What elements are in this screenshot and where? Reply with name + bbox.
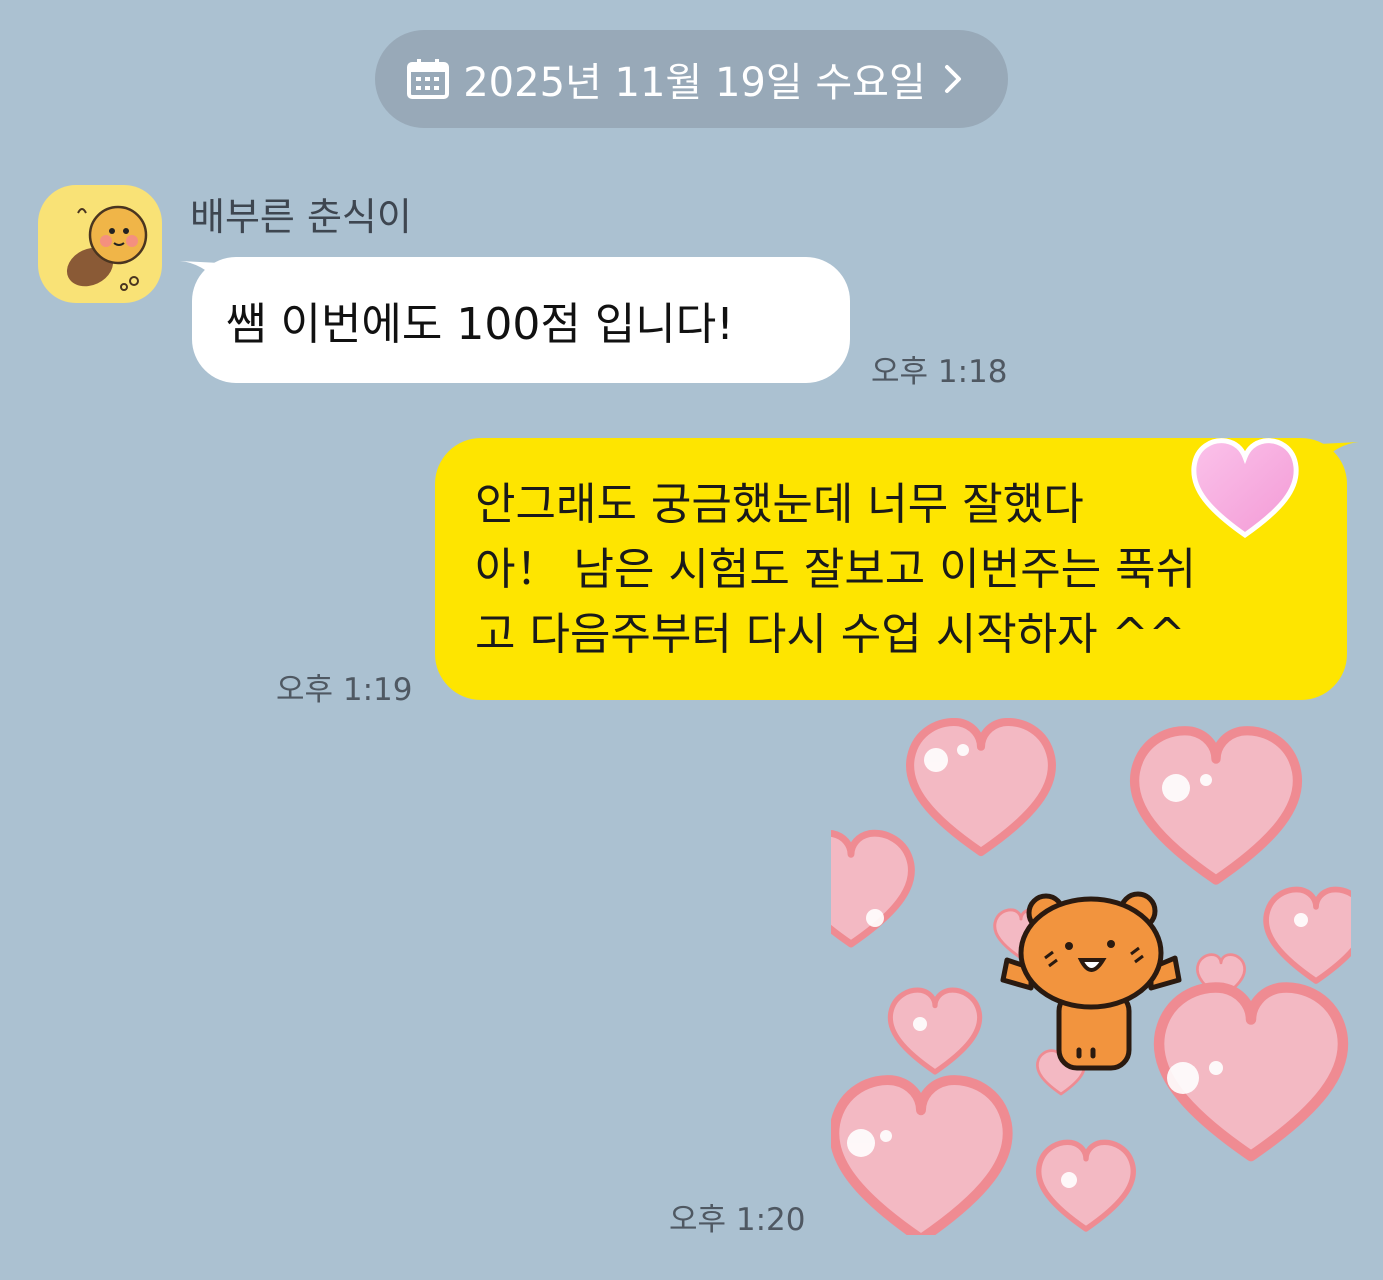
sender-avatar[interactable] [38, 185, 162, 303]
message-timestamp: 오후 1:18 [871, 354, 1008, 390]
message-timestamp: 오후 1:19 [276, 672, 413, 708]
pink-heart-emoji-icon [1191, 438, 1299, 539]
chunsik-character-icon [66, 205, 148, 291]
bear-character [1000, 891, 1182, 1071]
bear-with-hearts-sticker[interactable] [831, 718, 1351, 1235]
message-text: 쌤 이번에도 100점 입니다! [226, 299, 734, 350]
sender-name: 배부른 춘식이 [190, 195, 412, 239]
date-divider-button[interactable]: 2025년 11월 19일 수요일 [375, 30, 1008, 128]
bubble-tail [1319, 442, 1359, 464]
incoming-message-bubble[interactable]: 쌤 이번에도 100점 입니다! [180, 257, 850, 383]
message-text-line: 아！ 남은 시험도 잘보고 이번주는 푹쉬 [475, 544, 1197, 595]
calendar-icon [407, 59, 450, 99]
message-text-line: 안그래도 궁금했눈데 너무 잘했다 [475, 479, 1084, 530]
date-label: 2025년 11월 19일 수요일 [463, 60, 926, 106]
hearts-sticker-art [831, 718, 1351, 1235]
chevron-right-icon [944, 65, 961, 93]
bubble-tail [180, 261, 220, 283]
message-timestamp: 오후 1:20 [669, 1202, 806, 1238]
message-text-line: 고 다음주부터 다시 수업 시작하자 ^^ [475, 609, 1186, 660]
